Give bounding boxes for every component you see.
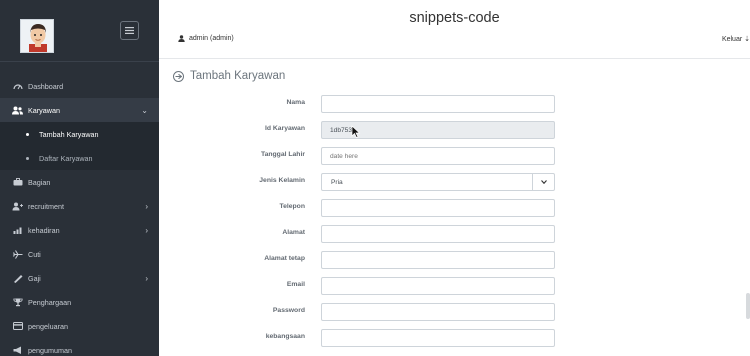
sidebar-subitem-daftar-karyawan[interactable]: Daftar Karyawan xyxy=(0,146,159,170)
sidebar-subitem-tambah-karyawan[interactable]: Tambah Karyawan xyxy=(0,122,159,146)
jenis-kelamin-value: Pria xyxy=(331,179,343,186)
sidebar: Dashboard Karyawan ⌄ Tambah Karyawan Daf… xyxy=(0,0,159,356)
form-row-alamat-tetap: Alamat tetap xyxy=(159,251,750,269)
top-header: snippets-code admin (admin) Keluar ⇣ xyxy=(159,0,750,59)
main-content: Tambah Karyawan Nama Id Karyawan 1db753 … xyxy=(159,60,750,356)
sidebar-subitem-label: Daftar Karyawan xyxy=(39,153,93,163)
form-row-kebangsaan: kebangsaan xyxy=(159,329,750,347)
plane-icon xyxy=(12,249,23,260)
alamat-input[interactable] xyxy=(321,225,555,243)
page-title: Tambah Karyawan xyxy=(173,70,285,82)
sidebar-item-label: pengeluaran xyxy=(28,321,68,331)
arrow-circle-icon xyxy=(173,70,184,82)
app-title: snippets-code xyxy=(409,10,500,26)
bar-chart-icon xyxy=(12,225,23,236)
bullhorn-icon xyxy=(12,345,23,356)
password-input[interactable] xyxy=(321,303,555,321)
hamburger-icon xyxy=(125,27,134,34)
users-icon xyxy=(12,105,23,116)
chevron-down-icon xyxy=(532,174,554,190)
credit-card-icon xyxy=(12,321,23,332)
sidebar-item-pengumuman[interactable]: pengumuman xyxy=(0,338,159,356)
sidebar-item-label: Gaji xyxy=(28,273,41,283)
sidebar-item-label: Cuti xyxy=(28,249,41,259)
sidebar-item-label: Penghargaan xyxy=(28,297,72,307)
karyawan-submenu: Tambah Karyawan Daftar Karyawan xyxy=(0,122,159,170)
sign-out-icon: ⇣ xyxy=(744,36,750,43)
tanggal-lahir-label: Tanggal Lahir xyxy=(260,151,305,158)
sidebar-item-label: Karyawan xyxy=(28,105,60,115)
alamat-tetap-label: Alamat tetap xyxy=(264,255,305,262)
sidebar-item-dashboard[interactable]: Dashboard xyxy=(0,74,159,98)
form-row-nama: Nama xyxy=(159,95,750,113)
chevron-right-icon: › xyxy=(145,202,148,211)
email-label: Email xyxy=(286,281,305,288)
alamat-label: Alamat xyxy=(282,229,305,236)
jenis-kelamin-select[interactable]: Pria xyxy=(321,173,555,191)
email-input[interactable] xyxy=(321,277,555,295)
sidebar-subitem-label: Tambah Karyawan xyxy=(39,129,99,139)
sidebar-item-label: kehadiran xyxy=(28,225,60,235)
sidebar-item-cuti[interactable]: Cuti xyxy=(0,242,159,266)
chevron-right-icon: › xyxy=(145,274,148,283)
form-row-tanggal-lahir: Tanggal Lahir xyxy=(159,147,750,165)
jenis-kelamin-label: Jenis Kelamin xyxy=(259,177,305,184)
sidebar-item-label: Dashboard xyxy=(28,81,64,91)
user-icon xyxy=(178,35,185,42)
form-row-email: Email xyxy=(159,277,750,295)
form-row-id-karyawan: Id Karyawan 1db753 xyxy=(159,121,750,139)
mouse-cursor-icon xyxy=(351,125,361,143)
logout-label: Keluar xyxy=(721,36,743,43)
nama-label: Nama xyxy=(286,99,305,106)
sidebar-item-recruitment[interactable]: recruitment › xyxy=(0,194,159,218)
avatar[interactable] xyxy=(20,19,54,53)
chevron-down-icon: ⌄ xyxy=(141,106,148,115)
chevron-right-icon: › xyxy=(145,226,148,235)
form-row-telepon: Telepon xyxy=(159,199,750,217)
sidebar-item-bagian[interactable]: Bagian xyxy=(0,170,159,194)
kebangsaan-label: kebangsaan xyxy=(265,333,305,340)
form-row-alamat: Alamat xyxy=(159,225,750,243)
sidebar-item-karyawan[interactable]: Karyawan ⌄ xyxy=(0,98,159,122)
user-plus-icon xyxy=(12,201,23,212)
tanggal-lahir-input[interactable] xyxy=(321,147,555,165)
scrollbar-thumb[interactable] xyxy=(746,293,750,319)
page-title-text: Tambah Karyawan xyxy=(190,70,286,82)
sidebar-brand xyxy=(0,0,159,62)
nama-input[interactable] xyxy=(321,95,555,113)
user-name: admin (admin) xyxy=(189,35,234,42)
sidebar-item-penghargaan[interactable]: Penghargaan xyxy=(0,290,159,314)
password-label: Password xyxy=(272,307,305,314)
sidebar-item-label: recruitment xyxy=(28,201,64,211)
sidebar-item-gaji[interactable]: Gaji › xyxy=(0,266,159,290)
trophy-icon xyxy=(12,297,23,308)
user-info[interactable]: admin (admin) xyxy=(178,35,234,42)
bullet-icon xyxy=(26,132,29,136)
kebangsaan-input[interactable] xyxy=(321,329,555,347)
sidebar-item-label: pengumuman xyxy=(28,345,72,355)
telepon-input[interactable] xyxy=(321,199,555,217)
bullet-icon xyxy=(26,156,29,160)
sidebar-nav: Dashboard Karyawan ⌄ Tambah Karyawan Daf… xyxy=(0,74,159,356)
sidebar-item-pengeluaran[interactable]: pengeluaran xyxy=(0,314,159,338)
form-row-password: Password xyxy=(159,303,750,321)
briefcase-icon xyxy=(12,177,23,188)
dashboard-icon xyxy=(12,81,23,92)
id-karyawan-label: Id Karyawan xyxy=(264,125,305,132)
menu-toggle-button[interactable] xyxy=(120,21,139,40)
form-row-jenis-kelamin: Jenis Kelamin Pria xyxy=(159,173,750,191)
money-icon xyxy=(12,273,23,284)
sidebar-item-label: Bagian xyxy=(28,177,51,187)
telepon-label: Telepon xyxy=(279,203,305,210)
logout-link[interactable]: Keluar ⇣ xyxy=(722,35,750,43)
sidebar-item-kehadiran[interactable]: kehadiran › xyxy=(0,218,159,242)
alamat-tetap-input[interactable] xyxy=(321,251,555,269)
